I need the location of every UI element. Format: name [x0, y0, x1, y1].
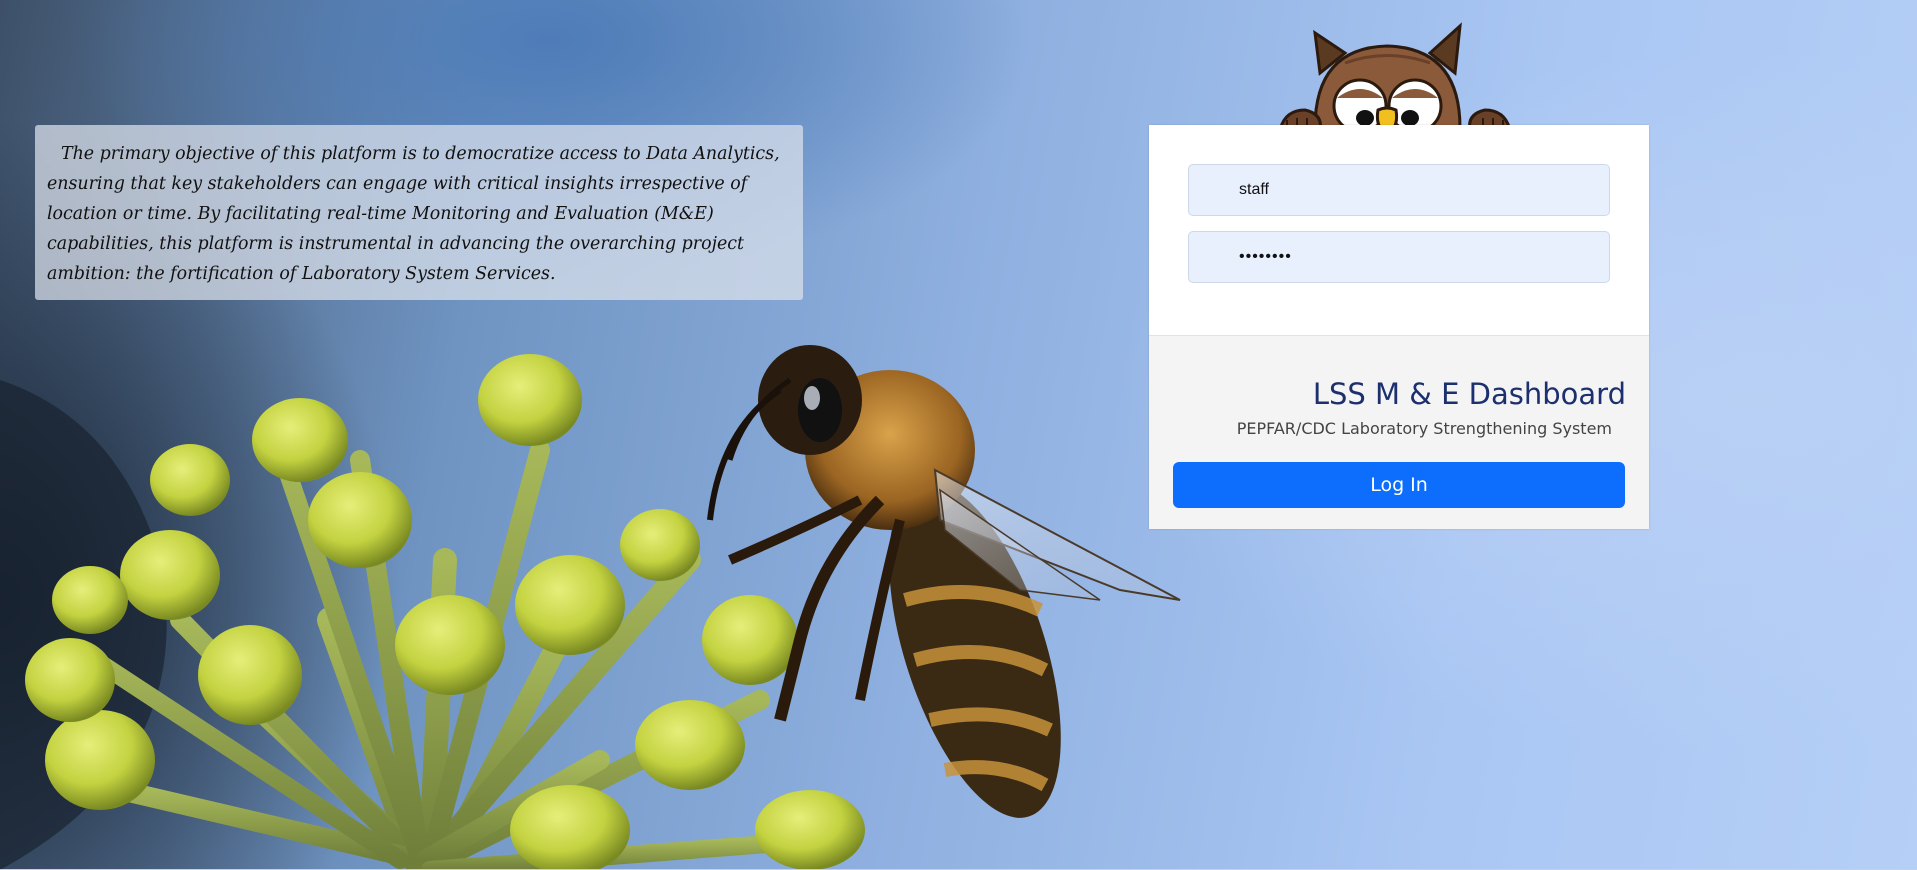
- login-form-area: [1149, 125, 1649, 336]
- objective-text: The primary objective of this platform i…: [47, 144, 780, 284]
- dashboard-subtitle: PEPFAR/CDC Laboratory Strengthening Syst…: [1236, 419, 1612, 438]
- login-card: LSS M & E Dashboard PEPFAR/CDC Laborator…: [1149, 125, 1649, 529]
- password-field[interactable]: [1188, 231, 1610, 283]
- login-button[interactable]: Log In: [1173, 462, 1625, 508]
- objective-panel: The primary objective of this platform i…: [35, 125, 803, 300]
- dashboard-title: LSS M & E Dashboard: [1312, 377, 1626, 411]
- username-field[interactable]: [1188, 164, 1610, 216]
